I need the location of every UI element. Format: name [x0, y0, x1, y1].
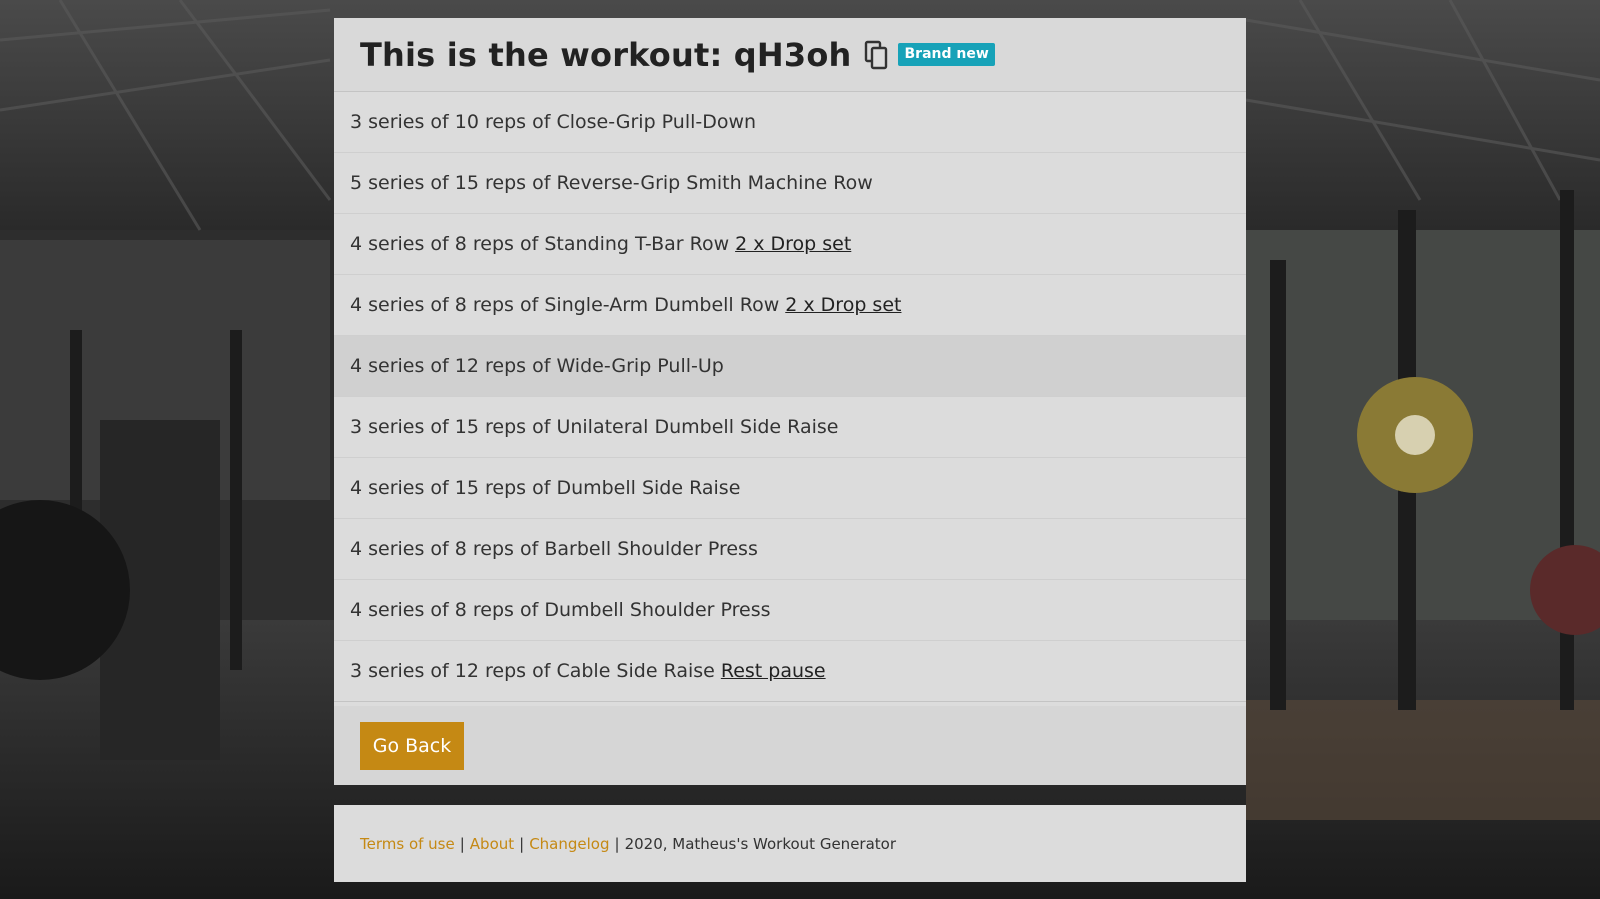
list-item: 5 series of 15 reps of Reverse-Grip Smit… — [334, 153, 1246, 214]
page-footer: Terms of use | About | Changelog | 2020,… — [334, 805, 1246, 882]
list-item: 3 series of 10 reps of Close-Grip Pull-D… — [334, 92, 1246, 153]
exercise-list: 3 series of 10 reps of Close-Grip Pull-D… — [334, 92, 1246, 702]
list-item: 3 series of 15 reps of Unilateral Dumbel… — [334, 397, 1246, 458]
terms-link[interactable]: Terms of use — [360, 835, 455, 853]
workout-card: This is the workout: qH3oh Brand new 3 s… — [334, 18, 1246, 785]
copy-icon[interactable] — [864, 40, 890, 70]
list-item: 4 series of 12 reps of Wide-Grip Pull-Up — [334, 336, 1246, 397]
about-link[interactable]: About — [470, 835, 514, 853]
separator: | — [519, 834, 525, 853]
list-item: 4 series of 8 reps of Barbell Shoulder P… — [334, 519, 1246, 580]
exercise-text: 3 series of 12 reps of Cable Side Raise — [350, 660, 715, 682]
list-item: 4 series of 15 reps of Dumbell Side Rais… — [334, 458, 1246, 519]
card-footer: Go Back — [334, 706, 1246, 785]
exercise-text: 4 series of 8 reps of Standing T-Bar Row — [350, 233, 730, 255]
technique-link[interactable]: 2 x Drop set — [735, 233, 851, 255]
list-item: 4 series of 8 reps of Single-Arm Dumbell… — [334, 275, 1246, 336]
copyright-text: 2020, Matheus's Workout Generator — [624, 834, 897, 853]
card-header: This is the workout: qH3oh Brand new — [334, 18, 1246, 92]
exercise-text: 4 series of 8 reps of Barbell Shoulder P… — [350, 538, 758, 560]
technique-link[interactable]: 2 x Drop set — [785, 294, 901, 316]
page-title: This is the workout: qH3oh — [360, 35, 852, 74]
list-item: 4 series of 8 reps of Dumbell Shoulder P… — [334, 580, 1246, 641]
exercise-text: 4 series of 15 reps of Dumbell Side Rais… — [350, 477, 741, 499]
list-item: 3 series of 12 reps of Cable Side Raise … — [334, 641, 1246, 702]
exercise-text: 4 series of 12 reps of Wide-Grip Pull-Up — [350, 355, 724, 377]
exercise-text: 5 series of 15 reps of Reverse-Grip Smit… — [350, 172, 873, 194]
exercise-text: 4 series of 8 reps of Dumbell Shoulder P… — [350, 599, 771, 621]
list-item: 4 series of 8 reps of Standing T-Bar Row… — [334, 214, 1246, 275]
exercise-text: 3 series of 10 reps of Close-Grip Pull-D… — [350, 111, 757, 133]
separator: | — [459, 834, 465, 853]
separator: | — [614, 834, 620, 853]
status-badge: Brand new — [897, 43, 995, 66]
go-back-button[interactable]: Go Back — [360, 721, 464, 770]
exercise-text: 3 series of 15 reps of Unilateral Dumbel… — [350, 416, 839, 438]
exercise-text: 4 series of 8 reps of Single-Arm Dumbell… — [350, 294, 780, 316]
technique-link[interactable]: Rest pause — [721, 660, 826, 682]
changelog-link[interactable]: Changelog — [529, 835, 609, 853]
